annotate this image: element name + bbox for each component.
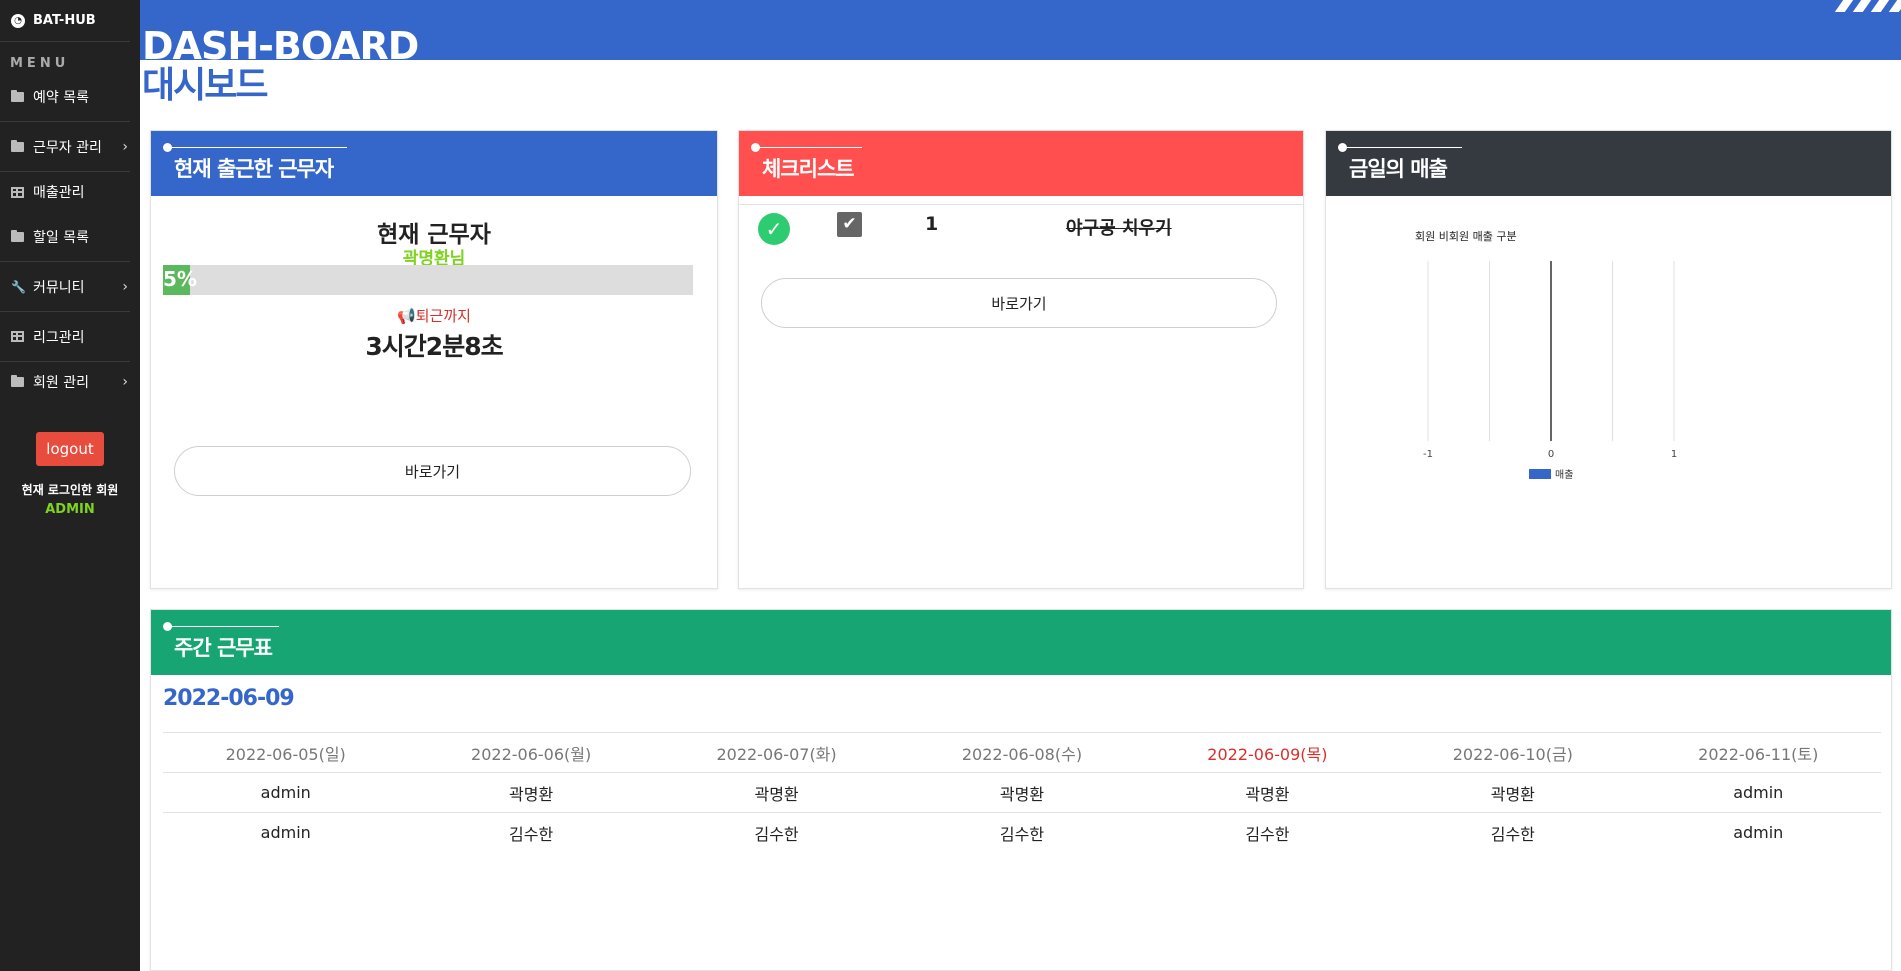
sidebar-item-workers[interactable]: 근무자 관리 › <box>0 122 130 172</box>
logout-button[interactable]: logout <box>36 432 104 466</box>
schedule-date: 2022-06-09 <box>163 686 295 711</box>
sales-chart: -1 0 1 매출 <box>1423 261 1677 481</box>
folder-icon <box>11 89 24 102</box>
day-header: 2022-06-08(수) <box>899 732 1145 773</box>
sidebar-item-label: 커뮤니티 <box>33 279 85 296</box>
sidebar-item-todos[interactable]: 할일 목록 <box>0 212 130 262</box>
checklist-card: 체크리스트 ✓ ✔ 1 야구공 치우기 바로가기 <box>738 130 1304 589</box>
card-title: 금일의 매출 <box>1349 157 1448 181</box>
current-worker-card: 현재 출근한 근무자 현재 근무자 곽명환님 5% 📢퇴근까지 3시간2분8초 … <box>150 130 718 589</box>
sidebar-item-label: 리그관리 <box>33 329 85 346</box>
card-title: 체크리스트 <box>762 157 855 181</box>
day-header: 2022-06-05(일) <box>163 732 409 773</box>
chart-title: 회원 비회원 매출 구분 <box>1415 230 1517 243</box>
page-subtitle: 대시보드 <box>142 65 268 106</box>
table-row: admin 김수한 김수한 김수한 김수한 김수한 admin <box>163 812 1881 853</box>
card-header: 금일의 매출 <box>1326 131 1891 196</box>
sidebar-item-label: 근무자 관리 <box>33 139 102 156</box>
sidebar-item-reservations[interactable]: 예약 목록 <box>0 72 130 122</box>
day-header: 2022-06-10(금) <box>1390 732 1636 773</box>
schedule-cell: 곽명환 <box>1144 772 1391 813</box>
x-tick-label: 1 <box>1671 449 1677 460</box>
schedule-cell: admin <box>163 772 409 813</box>
header-line <box>167 147 347 148</box>
folder-icon <box>11 139 24 152</box>
schedule-header-row: 2022-06-05(일) 2022-06-06(월) 2022-06-07(화… <box>163 732 1881 773</box>
sidebar-item-community[interactable]: 🔧 커뮤니티 › <box>0 262 130 312</box>
sales-card: 금일의 매출 회원 비회원 매출 구분 -1 0 1 매출 <box>1325 130 1892 589</box>
dashboard-icon: ◔ <box>11 13 25 28</box>
day-header-today: 2022-06-09(목) <box>1144 732 1391 773</box>
schedule-cell: admin <box>163 812 409 853</box>
x-tick-label: 0 <box>1548 449 1554 460</box>
schedule-cell: 곽명환 <box>408 772 654 813</box>
header-line <box>1342 147 1462 148</box>
until-off-label: 📢퇴근까지 <box>151 305 717 326</box>
weekly-schedule-card: 주간 근무표 2022-06-09 2022-06-05(일) 2022-06-… <box>150 609 1892 971</box>
chevron-right-icon: › <box>122 138 128 155</box>
table-icon <box>11 331 24 342</box>
sidebar-item-league[interactable]: 리그관리 <box>0 312 130 362</box>
table-icon <box>11 186 24 198</box>
remaining-time: 3시간2분8초 <box>365 332 503 361</box>
until-off-text: 퇴근까지 <box>415 307 471 325</box>
schedule-cell: 김수한 <box>1390 812 1636 853</box>
item-checkbox[interactable]: ✔ <box>837 212 862 237</box>
schedule-table: 2022-06-05(일) 2022-06-06(월) 2022-06-07(화… <box>163 732 1881 853</box>
checklist-goto-button[interactable]: 바로가기 <box>761 278 1277 328</box>
schedule-cell: admin <box>1635 812 1881 853</box>
sidebar-item-label: 회원 관리 <box>33 375 89 391</box>
megaphone-icon: 📢 <box>397 307 416 325</box>
folder-icon <box>11 229 24 242</box>
schedule-cell: admin <box>1635 772 1881 813</box>
progress-label: 5% <box>163 267 197 291</box>
chevron-right-icon: › <box>122 278 128 295</box>
brand[interactable]: ◔ BAT-HUB <box>0 0 130 42</box>
table-row: admin 곽명환 곽명환 곽명환 곽명환 곽명환 admin <box>163 772 1881 813</box>
header-line <box>755 147 862 148</box>
schedule-cell: 곽명환 <box>1390 772 1636 813</box>
card-header: 체크리스트 <box>739 131 1303 196</box>
card-title: 현재 출근한 근무자 <box>174 157 334 181</box>
header-line <box>167 626 279 627</box>
sidebar-item-label: 할일 목록 <box>33 229 89 246</box>
chevron-right-icon: › <box>122 374 128 390</box>
schedule-cell: 김수한 <box>653 812 900 853</box>
menu-title: MENU <box>10 56 70 71</box>
card-header: 현재 출근한 근무자 <box>151 131 717 196</box>
sidebar-item-members[interactable]: 회원 관리 › <box>0 362 130 402</box>
x-tick-label: -1 <box>1423 449 1433 460</box>
schedule-cell: 곽명환 <box>899 772 1145 813</box>
wrench-icon: 🔧 <box>11 279 26 294</box>
check-circle-icon: ✓ <box>758 213 790 245</box>
item-text: 야구공 치우기 <box>1066 218 1172 239</box>
schedule-cell: 김수한 <box>1144 812 1391 853</box>
card-header: 주간 근무표 <box>151 610 1891 675</box>
login-user: ADMIN <box>45 502 95 517</box>
item-number: 1 <box>925 213 939 235</box>
day-header: 2022-06-07(화) <box>653 732 900 773</box>
sidebar: ◔ BAT-HUB MENU 예약 목록 근무자 관리 › 매출관리 할일 목록… <box>0 0 140 971</box>
login-label: 현재 로그인한 회원 <box>21 483 119 497</box>
page-title: DASH-BOARD <box>142 24 419 68</box>
stripes-decoration <box>1831 0 1901 12</box>
legend-label: 매출 <box>1555 469 1573 481</box>
day-header: 2022-06-11(토) <box>1635 732 1881 773</box>
sidebar-item-label: 예약 목록 <box>33 89 89 106</box>
schedule-cell: 곽명환 <box>653 772 900 813</box>
checklist-item: ✓ ✔ 1 야구공 치우기 <box>739 204 1303 248</box>
legend-swatch <box>1529 469 1551 479</box>
folder-icon <box>11 375 24 387</box>
sidebar-item-label: 매출관리 <box>33 185 85 201</box>
card-title: 주간 근무표 <box>174 636 273 660</box>
schedule-cell: 김수한 <box>408 812 654 853</box>
schedule-cell: 김수한 <box>899 812 1145 853</box>
day-header: 2022-06-06(월) <box>408 732 654 773</box>
shift-progress-bar: 5% <box>163 265 693 295</box>
worker-goto-button[interactable]: 바로가기 <box>174 446 691 496</box>
sidebar-item-sales[interactable]: 매출관리 <box>0 172 130 212</box>
brand-label: BAT-HUB <box>33 13 96 28</box>
